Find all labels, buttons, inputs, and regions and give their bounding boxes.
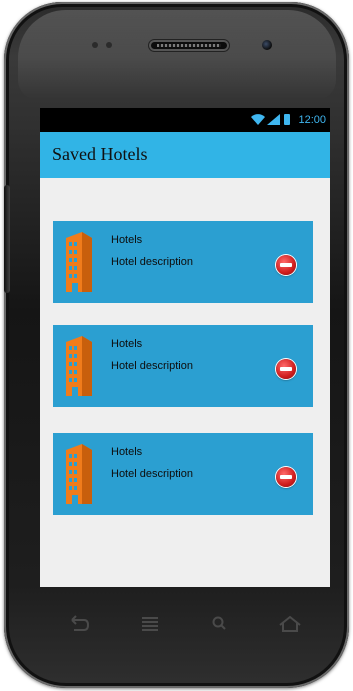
menu-icon[interactable] — [136, 612, 164, 636]
hotel-name: Hotels — [111, 234, 143, 246]
status-bar: 12:00 — [40, 108, 330, 132]
search-icon[interactable] — [206, 612, 234, 636]
earpiece-speaker — [149, 40, 229, 51]
page-title: Saved Hotels — [52, 144, 148, 164]
wifi-icon — [251, 114, 265, 125]
hotel-card[interactable]: Hotels Hotel description — [53, 221, 313, 303]
volume-key — [4, 185, 10, 293]
hotel-description: Hotel description — [111, 468, 193, 480]
hotel-description: Hotel description — [111, 360, 193, 372]
hotel-building-icon — [66, 336, 92, 396]
front-camera-icon — [262, 40, 272, 50]
battery-icon — [284, 114, 290, 125]
hotel-card[interactable]: Hotels Hotel description — [53, 325, 313, 407]
remove-button[interactable] — [276, 255, 296, 275]
app-bar: Saved Hotels — [40, 132, 330, 178]
hotel-card[interactable]: Hotels Hotel description — [53, 433, 313, 515]
hotel-name: Hotels — [111, 446, 143, 458]
signal-icon — [267, 114, 280, 125]
hotel-description: Hotel description — [111, 256, 193, 268]
hotel-name: Hotels — [111, 338, 143, 350]
phone-glare — [18, 10, 336, 100]
hotel-building-icon — [66, 444, 92, 504]
navigation-bar — [40, 600, 330, 652]
home-icon[interactable] — [276, 612, 304, 636]
back-icon[interactable] — [64, 612, 92, 636]
remove-button[interactable] — [276, 359, 296, 379]
status-time: 12:00 — [298, 114, 326, 126]
proximity-sensor — [92, 42, 114, 48]
remove-button[interactable] — [276, 467, 296, 487]
phone-screen: 12:00 Saved Hotels Hotels Hotel descript… — [40, 108, 330, 587]
hotel-building-icon — [66, 232, 92, 292]
